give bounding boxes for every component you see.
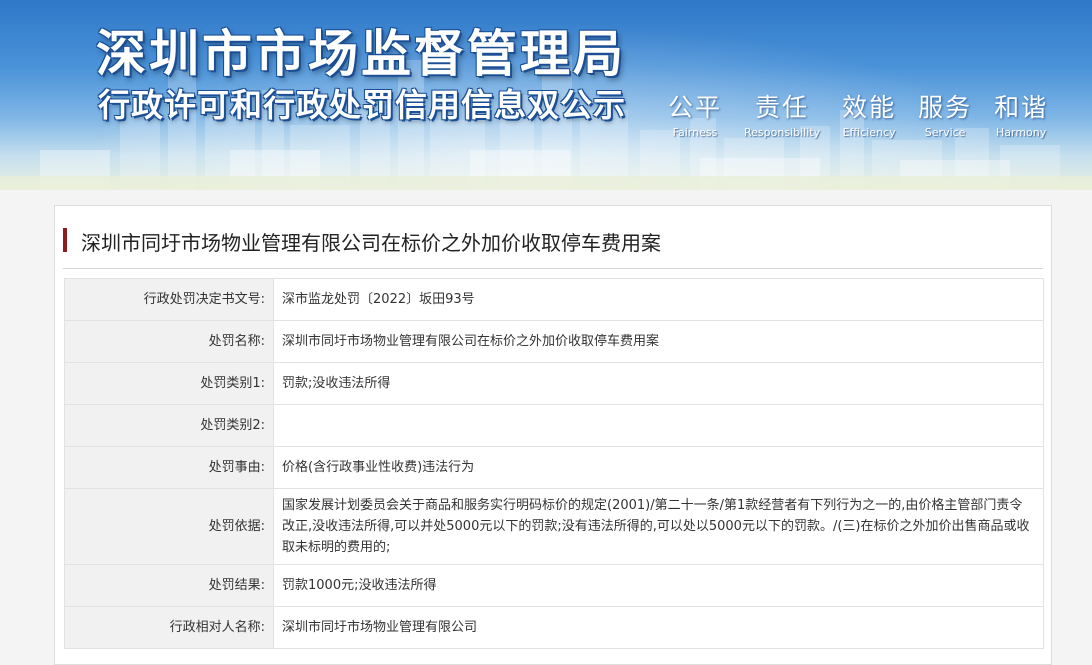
table-row: 处罚类别1: 罚款;没收违法所得 xyxy=(64,362,1044,405)
agency-title: 深圳市市场监督管理局 xyxy=(96,25,626,83)
header-banner: 深圳市市场监督管理局 行政许可和行政处罚信用信息双公示 公平 Fairness … xyxy=(0,0,1092,190)
row-label-decision-number: 行政处罚决定书文号: xyxy=(64,278,274,321)
row-label-penalty-result: 处罚结果: xyxy=(64,564,274,607)
slogan-en: Fairness xyxy=(672,126,718,139)
table-row: 处罚类别2: xyxy=(64,404,1044,447)
slogan-service: 服务 Service xyxy=(918,88,972,139)
table-row: 处罚名称: 深圳市同圩市场物业管理有限公司在标价之外加价收取停车费用案 xyxy=(64,320,1044,363)
row-value-penalty-reason: 价格(含行政事业性收费)违法行为 xyxy=(273,446,1044,489)
row-label-penalty-name: 处罚名称: xyxy=(64,320,274,363)
penalty-info-table: 行政处罚决定书文号: 深市监龙处罚〔2022〕坂田93号 处罚名称: 深圳市同圩… xyxy=(64,278,1044,649)
slogan-en: Efficiency xyxy=(842,126,896,139)
row-value-penalty-type-1: 罚款;没收违法所得 xyxy=(273,362,1044,405)
slogan-cn: 服务 xyxy=(918,93,973,122)
row-label-penalty-reason: 处罚事由: xyxy=(64,446,274,489)
slogan-cn: 效能 xyxy=(842,93,897,122)
case-title: 深圳市同圩市场物业管理有限公司在标价之外加价收取停车费用案 xyxy=(81,231,661,255)
case-header: 深圳市同圩市场物业管理有限公司在标价之外加价收取停车费用案 xyxy=(63,224,1043,269)
slogan-cn: 公平 xyxy=(668,93,723,122)
slogan-responsibility: 责任 Responsibility xyxy=(744,88,820,139)
slogan-fairness: 公平 Fairness xyxy=(668,88,722,139)
slogan-en: Responsibility xyxy=(744,126,821,139)
site-subtitle: 行政许可和行政处罚信用信息双公示 xyxy=(98,86,627,124)
slogan-list: 公平 Fairness 责任 Responsibility 效能 Efficie… xyxy=(668,88,1048,139)
table-row: 处罚依据: 国家发展计划委员会关于商品和服务实行明码标价的规定(2001)/第二… xyxy=(64,488,1044,565)
table-row: 行政相对人名称: 深圳市同圩市场物业管理有限公司 xyxy=(64,606,1044,649)
table-row: 处罚事由: 价格(含行政事业性收费)违法行为 xyxy=(64,446,1044,489)
slogan-en: Harmony xyxy=(996,126,1047,139)
row-label-legal-basis: 处罚依据: xyxy=(64,488,274,565)
row-value-legal-basis: 国家发展计划委员会关于商品和服务实行明码标价的规定(2001)/第二十一条/第1… xyxy=(273,488,1044,565)
table-row: 处罚结果: 罚款1000元;没收违法所得 xyxy=(64,564,1044,607)
slogan-cn: 责任 xyxy=(755,93,810,122)
row-value-penalty-name: 深圳市同圩市场物业管理有限公司在标价之外加价收取停车费用案 xyxy=(273,320,1044,363)
case-detail-card: 深圳市同圩市场物业管理有限公司在标价之外加价收取停车费用案 行政处罚决定书文号:… xyxy=(54,205,1052,665)
slogan-efficiency: 效能 Efficiency xyxy=(842,88,896,139)
row-value-decision-number: 深市监龙处罚〔2022〕坂田93号 xyxy=(273,278,1044,321)
row-label-penalty-type-2: 处罚类别2: xyxy=(64,404,274,447)
row-value-penalty-type-2 xyxy=(273,404,1044,447)
slogan-harmony: 和谐 Harmony xyxy=(994,88,1048,139)
row-label-penalty-type-1: 处罚类别1: xyxy=(64,362,274,405)
row-value-penalty-result: 罚款1000元;没收违法所得 xyxy=(273,564,1044,607)
title-marker xyxy=(63,228,67,252)
table-row: 行政处罚决定书文号: 深市监龙处罚〔2022〕坂田93号 xyxy=(64,278,1044,321)
slogan-cn: 和谐 xyxy=(994,93,1049,122)
row-value-party-name: 深圳市同圩市场物业管理有限公司 xyxy=(273,606,1044,649)
row-label-party-name: 行政相对人名称: xyxy=(64,606,274,649)
slogan-en: Service xyxy=(924,126,966,139)
